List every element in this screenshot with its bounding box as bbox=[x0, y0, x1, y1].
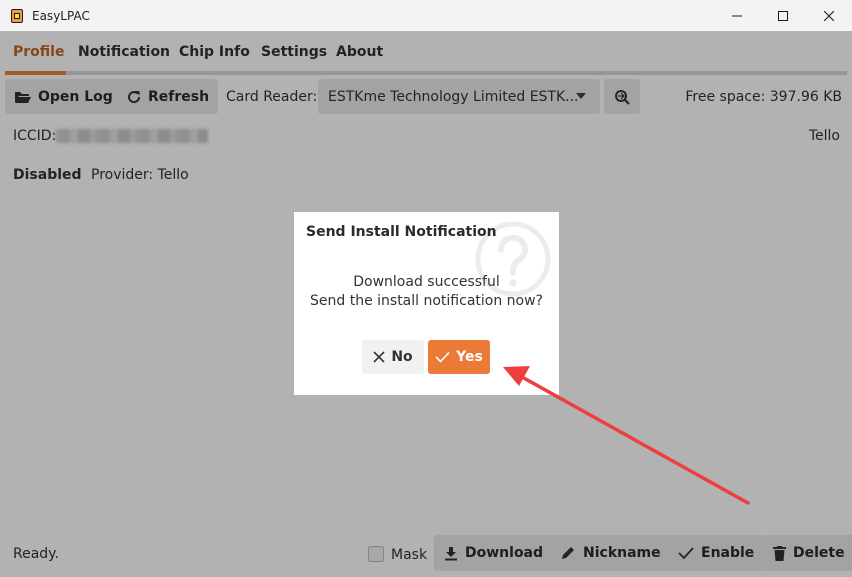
no-button[interactable]: No bbox=[362, 340, 424, 374]
maximize-icon[interactable] bbox=[760, 0, 806, 31]
check-icon bbox=[435, 351, 450, 363]
yes-button[interactable]: Yes bbox=[428, 340, 490, 374]
dialog-title: Send Install Notification bbox=[306, 224, 497, 240]
close-icon bbox=[373, 351, 385, 363]
dialog-message-line1: Download successful bbox=[353, 274, 500, 290]
close-icon[interactable] bbox=[806, 0, 852, 31]
yes-label: Yes bbox=[456, 349, 483, 365]
window-controls bbox=[714, 0, 852, 31]
window-title: EasyLPAC bbox=[32, 8, 90, 23]
no-label: No bbox=[391, 349, 413, 365]
minimize-icon[interactable] bbox=[714, 0, 760, 31]
install-notification-dialog: Send Install Notification Download succe… bbox=[294, 212, 559, 395]
app-icon bbox=[10, 8, 24, 24]
title-bar: EasyLPAC bbox=[0, 0, 852, 31]
dialog-message-line2: Send the install notification now? bbox=[310, 293, 543, 309]
